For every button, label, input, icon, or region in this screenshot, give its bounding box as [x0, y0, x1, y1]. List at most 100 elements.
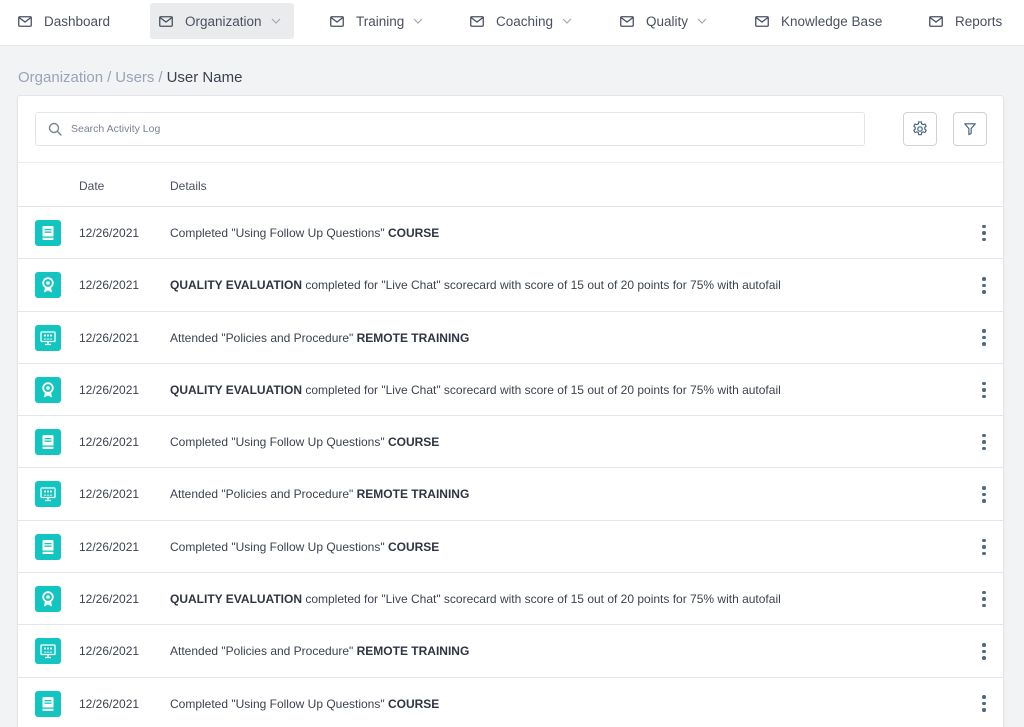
quality-type-badge — [35, 586, 61, 613]
chevron-down-icon — [271, 18, 280, 24]
activity-details: QUALITY EVALUATION completed for "Live C… — [170, 278, 781, 292]
kebab-icon — [982, 643, 986, 647]
nav-item-dashboard[interactable]: Dashboard — [18, 3, 110, 39]
mail-icon — [159, 15, 173, 27]
more-options-button[interactable] — [976, 693, 992, 715]
activity-details: Attended "Policies and Procedure" REMOTE… — [170, 644, 469, 658]
book-icon — [42, 539, 54, 554]
book-icon — [42, 696, 54, 711]
more-options-button[interactable] — [976, 379, 992, 401]
kebab-icon — [982, 538, 986, 543]
nav-item-quality[interactable]: Quality — [620, 3, 707, 39]
quality-type-badge — [35, 272, 61, 299]
presentation-icon — [40, 487, 56, 502]
activity-type-label: REMOTE TRAINING — [356, 487, 470, 502]
kebab-icon — [982, 695, 986, 699]
kebab-icon — [982, 381, 986, 386]
kebab-icon — [982, 486, 986, 490]
details-text: Attended "Policies and Procedure" — [170, 330, 357, 345]
activity-type-label: REMOTE TRAINING — [356, 330, 470, 345]
column-header-date[interactable]: Date — [79, 179, 104, 193]
more-options-button[interactable] — [976, 431, 992, 453]
table-row[interactable]: 12/26/2021 Attended "Policies and Proced… — [18, 312, 1003, 364]
search-input[interactable] — [71, 123, 831, 135]
activity-date: 12/26/2021 — [79, 382, 140, 397]
nav-item-coaching[interactable]: Coaching — [470, 3, 572, 39]
breadcrumb-link-users[interactable]: Users — [115, 69, 154, 86]
book-icon — [42, 435, 54, 450]
table-row[interactable]: 12/26/2021 Attended "Policies and Proced… — [18, 625, 1003, 678]
details-text: Completed "Using Follow Up Questions" — [170, 539, 388, 554]
breadcrumb-separator: / — [158, 69, 163, 86]
settings-button[interactable] — [903, 112, 937, 146]
nav-item-reports[interactable]: Reports — [929, 3, 1002, 39]
more-options-button[interactable] — [976, 222, 992, 244]
kebab-icon — [982, 433, 986, 438]
course-type-badge — [35, 690, 61, 717]
remote-training-type-badge — [35, 638, 61, 665]
table-row[interactable]: 12/26/2021 QUALITY EVALUATION completed … — [18, 259, 1003, 312]
table-header: Date Details — [18, 162, 1003, 207]
mail-icon — [929, 15, 943, 27]
activity-details: Attended "Policies and Procedure" REMOTE… — [170, 487, 469, 501]
mail-icon — [18, 15, 32, 27]
activity-date: 12/26/2021 — [79, 330, 140, 345]
kebab-icon — [982, 277, 986, 281]
more-options-button[interactable] — [976, 483, 992, 505]
activity-date: 12/26/2021 — [79, 435, 140, 450]
more-options-button[interactable] — [976, 536, 992, 558]
mail-icon — [620, 15, 634, 27]
kebab-icon — [982, 329, 986, 333]
mail-icon — [330, 15, 344, 27]
details-text: Completed "Using Follow Up Questions" — [170, 226, 388, 240]
filter-icon — [964, 123, 976, 136]
more-options-button[interactable] — [976, 640, 992, 662]
course-type-badge — [35, 533, 61, 560]
activity-date: 12/26/2021 — [79, 539, 140, 554]
nav-item-knowledge-base[interactable]: Knowledge Base — [755, 3, 882, 39]
course-type-badge — [35, 220, 61, 246]
table-row[interactable]: 12/26/2021 QUALITY EVALUATION completed … — [18, 573, 1003, 626]
gear-icon — [913, 121, 927, 136]
chevron-down-icon — [562, 18, 572, 24]
presentation-icon — [40, 644, 56, 659]
activity-log-card: Date Details 12/26/2021 Completed "Using… — [17, 95, 1004, 727]
activity-details: Attended "Policies and Procedure" REMOTE… — [170, 331, 469, 345]
table-row[interactable]: 12/26/2021 Completed "Using Follow Up Qu… — [18, 678, 1003, 727]
activity-details: Completed "Using Follow Up Questions" CO… — [170, 540, 439, 554]
table-row[interactable]: 12/26/2021 Completed "Using Follow Up Qu… — [18, 207, 1003, 260]
table-row[interactable]: 12/26/2021 Completed "Using Follow Up Qu… — [18, 416, 1003, 469]
activity-date: 12/26/2021 — [79, 226, 140, 240]
more-options-button[interactable] — [976, 274, 992, 296]
more-options-button[interactable] — [976, 327, 992, 349]
table-row[interactable]: 12/26/2021 QUALITY EVALUATION completed … — [18, 364, 1003, 417]
activity-type-label: REMOTE TRAINING — [356, 644, 470, 659]
column-header-details[interactable]: Details — [170, 179, 207, 193]
nav-label: Reports — [955, 13, 1003, 29]
search-icon — [48, 122, 62, 136]
nav-label: Coaching — [496, 13, 554, 29]
activity-type-label: QUALITY EVALUATION — [170, 592, 302, 607]
top-nav: Dashboard Organization Training Coaching… — [0, 0, 1024, 46]
nav-item-organization[interactable]: Organization — [150, 3, 294, 39]
search-box[interactable] — [35, 112, 865, 146]
breadcrumb: Organization / Users / User Name — [18, 69, 242, 86]
nav-label: Dashboard — [44, 13, 111, 29]
nav-label: Training — [356, 13, 405, 29]
more-options-button[interactable] — [976, 588, 992, 610]
table-row[interactable]: 12/26/2021 Completed "Using Follow Up Qu… — [18, 521, 1003, 574]
table-row[interactable]: 12/26/2021 Attended "Policies and Proced… — [18, 468, 1003, 521]
book-icon — [42, 226, 54, 240]
activity-details: QUALITY EVALUATION completed for "Live C… — [170, 592, 781, 606]
activity-details: QUALITY EVALUATION completed for "Live C… — [170, 383, 781, 397]
details-text: Attended "Policies and Procedure" — [170, 487, 357, 502]
details-text: completed for "Live Chat" scorecard with… — [302, 278, 781, 293]
activity-type-label: QUALITY EVALUATION — [170, 382, 302, 397]
details-text: Attended "Policies and Procedure" — [170, 644, 357, 659]
nav-item-training[interactable]: Training — [330, 3, 423, 39]
filter-button[interactable] — [953, 112, 987, 146]
activity-details: Completed "Using Follow Up Questions" CO… — [170, 435, 439, 449]
activity-date: 12/26/2021 — [79, 487, 140, 502]
activity-type-label: COURSE — [387, 539, 440, 554]
breadcrumb-link-organization[interactable]: Organization — [18, 69, 103, 86]
